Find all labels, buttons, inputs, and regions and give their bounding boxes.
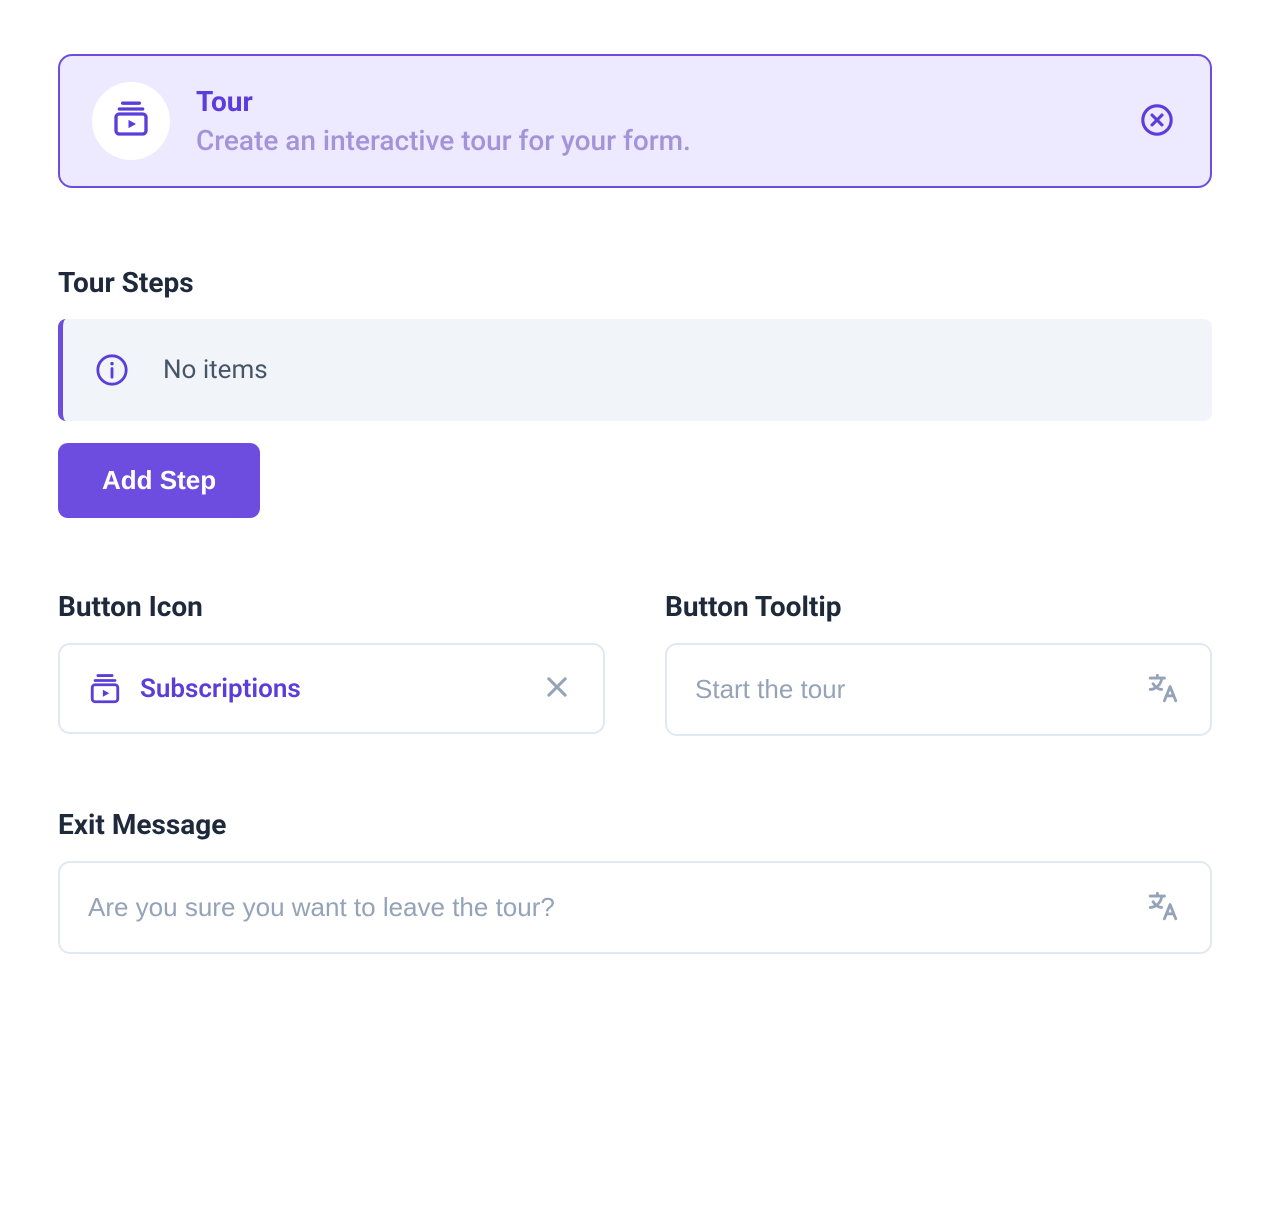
- button-icon-value: Subscriptions: [140, 674, 301, 704]
- button-tooltip-col: Button Tooltip: [665, 590, 1212, 736]
- translate-icon: [1146, 671, 1180, 708]
- button-config-section: Button Icon Subscriptions: [58, 590, 1212, 736]
- button-tooltip-heading: Button Tooltip: [665, 590, 1212, 623]
- translate-icon: [1146, 889, 1180, 926]
- exit-message-section: Exit Message: [58, 808, 1212, 954]
- tour-steps-section: Tour Steps No items Add Step: [58, 266, 1212, 518]
- empty-steps-text: No items: [163, 355, 268, 385]
- add-step-button[interactable]: Add Step: [58, 443, 260, 518]
- translate-button[interactable]: [1144, 887, 1182, 928]
- clear-icon-button[interactable]: [539, 669, 575, 708]
- translate-button[interactable]: [1144, 669, 1182, 710]
- tour-steps-heading: Tour Steps: [58, 266, 1212, 299]
- close-icon: [1140, 103, 1174, 140]
- info-icon: [95, 353, 129, 387]
- button-tooltip-field[interactable]: [665, 643, 1212, 736]
- tour-icon-circle: [92, 82, 170, 160]
- x-icon: [543, 673, 571, 704]
- subscriptions-icon: [111, 99, 151, 143]
- exit-message-field[interactable]: [58, 861, 1212, 954]
- tour-title: Tour: [196, 85, 1110, 118]
- tour-header-card: Tour Create an interactive tour for your…: [58, 54, 1212, 188]
- exit-message-input[interactable]: [88, 892, 1126, 923]
- empty-steps-banner: No items: [58, 319, 1212, 421]
- tour-header-text: Tour Create an interactive tour for your…: [196, 85, 1110, 157]
- tour-subtitle: Create an interactive tour for your form…: [196, 124, 1110, 157]
- button-icon-selector[interactable]: Subscriptions: [58, 643, 605, 734]
- button-icon-heading: Button Icon: [58, 590, 605, 623]
- button-tooltip-input[interactable]: [695, 674, 1126, 705]
- subscriptions-icon: [88, 672, 122, 706]
- exit-message-heading: Exit Message: [58, 808, 1212, 841]
- button-icon-col: Button Icon Subscriptions: [58, 590, 605, 736]
- close-button[interactable]: [1136, 99, 1178, 144]
